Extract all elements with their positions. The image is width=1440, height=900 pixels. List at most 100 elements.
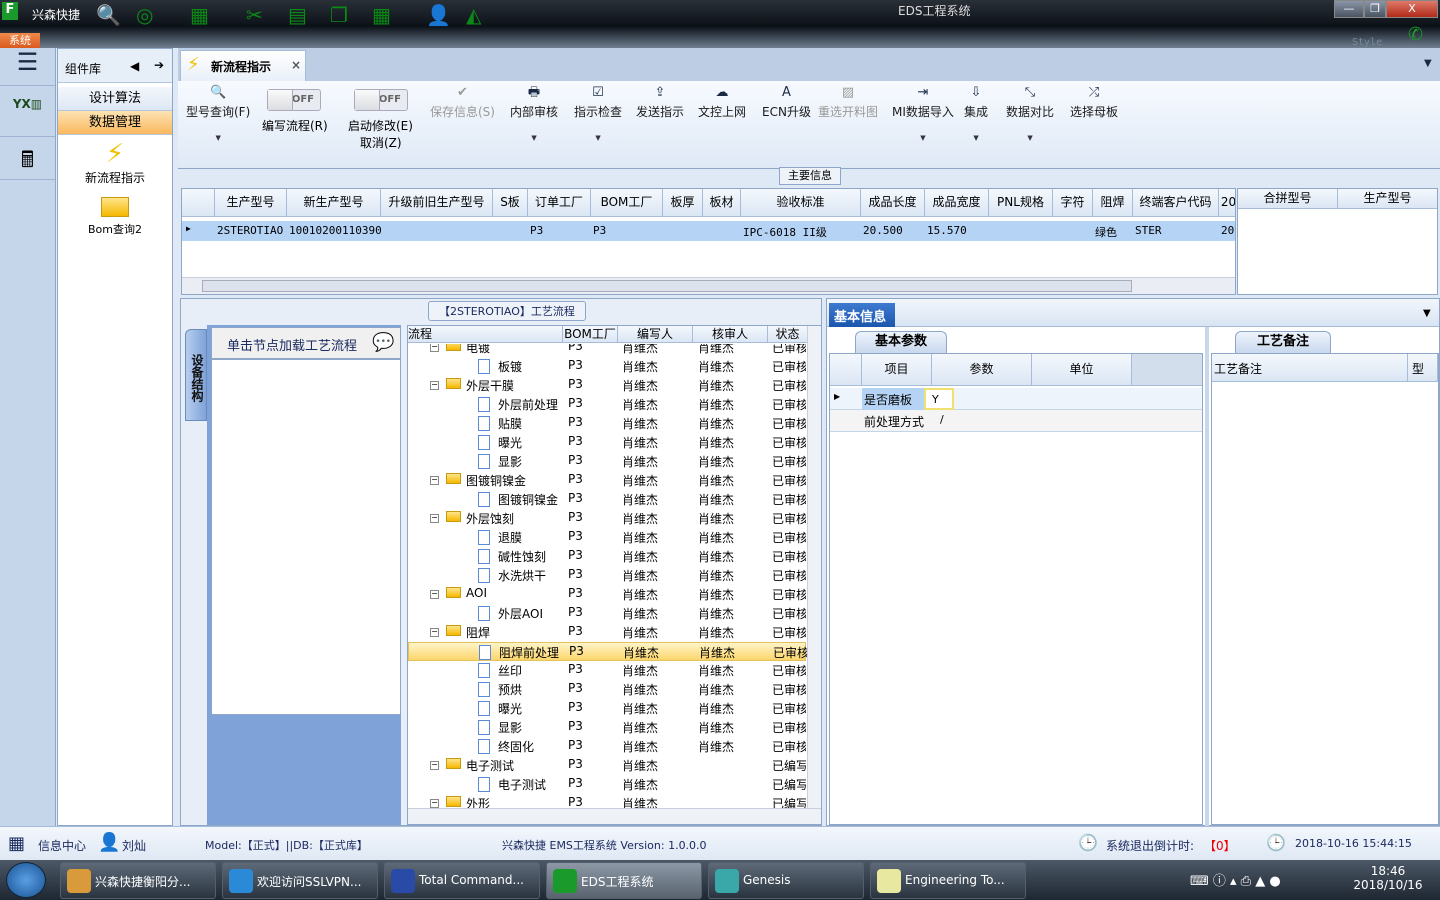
column-header[interactable]: 合拼型号 [1238,189,1338,209]
user-icon[interactable]: 👤 [426,3,451,27]
start-modify-toggle[interactable]: OFF [354,89,408,111]
vertical-scrollbar[interactable] [807,326,821,808]
pin-icon[interactable]: ➔ [154,58,164,72]
node-list[interactable] [211,359,401,715]
film-icon[interactable]: ▤ [288,3,307,27]
tree-row[interactable]: 水洗烘干 P3 肖维杰 肖维杰 已审核 [408,566,806,585]
dropdown-arrow-icon[interactable]: ▼ [964,134,988,142]
toolbar-button[interactable]: ⤡ 数据对比 ▼ [1006,83,1054,142]
column-header[interactable]: 新生产型号 [287,189,381,217]
tree-row[interactable]: 终固化 P3 肖维杰 肖维杰 已审核 [408,737,806,756]
toolbar-button[interactable]: ☑ 指示检查 ▼ [574,83,622,142]
dropdown-arrow-icon[interactable]: ▼ [186,134,250,142]
dropdown-arrow-icon[interactable]: ▼ [510,134,558,142]
tree-row[interactable]: − 电子测试 P3 肖维杰 已编写 [408,756,806,775]
tool-new-process-instruction[interactable]: ⚡ 新流程指示 [58,139,172,186]
chart-icon[interactable]: ◭ [466,3,481,27]
param-value-input[interactable]: / [934,410,1024,432]
taskbar-item[interactable]: 兴森快捷衡阳分... [60,862,216,899]
collapse-icon[interactable]: − [430,590,439,599]
column-header[interactable]: BOM工厂 [591,189,663,217]
grid-icon[interactable]: ▦ [372,3,391,27]
column-header[interactable]: 生产型号 [1338,189,1437,209]
lifebuoy-icon[interactable]: ◎ [136,3,153,27]
minimize-button[interactable]: — [1334,0,1364,18]
scroll-thumb[interactable] [202,280,1132,292]
table-icon[interactable]: ▦ [190,3,209,27]
collapse-icon[interactable]: − [430,628,439,637]
collapse-icon[interactable]: − [430,761,439,770]
tree-row[interactable]: 电子测试 P3 肖维杰 已编写 [408,775,806,794]
tab-process-remarks[interactable]: 工艺备注 [1235,331,1331,353]
toolbar-button[interactable]: ✔ 保存信息(S) [430,83,495,120]
menu-icon[interactable]: ☰ [0,48,55,86]
sidebar-item-data-management[interactable]: 数据管理 [58,111,172,135]
restore-button[interactable]: ❐ [1364,0,1386,18]
tree-row[interactable]: 板镀 P3 肖维杰 肖维杰 已审核 [408,357,806,376]
copy-icon[interactable]: ❐ [330,3,348,27]
system-menu-tab[interactable]: 系统 [0,33,40,49]
table-cell[interactable]: 绿色 [1093,224,1133,240]
table-cell[interactable]: 10010200110390 [287,224,381,237]
column-header[interactable]: 流程 [408,326,563,343]
splitter[interactable] [1205,327,1209,827]
column-header[interactable]: 订单工厂 [528,189,591,217]
column-header[interactable]: 升级前旧生产型号 [381,189,493,217]
start-button[interactable] [6,862,46,898]
table-cell[interactable]: 2STEROTIAO [215,224,287,237]
scissors-icon[interactable]: ✂ [246,3,263,27]
write-process-toggle[interactable]: OFF [267,89,321,111]
column-header[interactable]: 工艺备注 [1212,354,1408,382]
horizontal-scrollbar[interactable] [182,277,1235,294]
sidebar-item-design-algorithm[interactable]: 设计算法 [58,87,172,111]
toolbar-button[interactable]: ⇥ MI数据导入 ▼ [892,83,954,142]
chevron-down-icon[interactable]: ▼ [1423,308,1431,319]
tree-row[interactable]: 贴膜 P3 肖维杰 肖维杰 已审核 [408,414,806,433]
tray-icons[interactable]: ⌨ ⓘ ▴ ⎙ ▲ ● [1190,870,1281,889]
factory-icon[interactable]: YX▥ [0,87,55,137]
column-header[interactable]: 核审人 [693,326,768,343]
toolbar-button[interactable]: A ECN升级 [762,83,811,120]
collapse-icon[interactable]: − [430,514,439,523]
column-header[interactable]: 阻焊 [1093,189,1133,217]
grid-apps-icon[interactable]: ▦ [8,833,25,854]
calculator-icon[interactable]: 🖩 [0,137,55,180]
tree-row[interactable]: 碱性蚀刻 P3 肖维杰 肖维杰 已审核 [408,547,806,566]
column-header[interactable]: 参数 [932,354,1032,386]
column-header[interactable]: S板 [493,189,528,217]
table-cell[interactable]: 15.570 [925,224,989,237]
tree-row[interactable]: 显影 P3 肖维杰 肖维杰 已审核 [408,718,806,737]
column-header[interactable]: 终端客户代码 [1133,189,1219,217]
column-header[interactable]: PNL规格 [989,189,1053,217]
search-icon[interactable]: 🔍 [96,3,121,27]
table-cell[interactable]: 20.500 [861,224,925,237]
table-cell[interactable]: IPC-6018 II级 [741,224,861,240]
tab-basic-params[interactable]: 基本参数 [855,331,947,353]
column-header[interactable]: 单位 [1032,354,1132,386]
toolbar-button[interactable]: ☁ 文控上网 [698,83,746,120]
close-button[interactable]: X [1386,0,1438,18]
collapse-icon[interactable]: − [430,799,439,808]
column-header[interactable]: 字符 [1053,189,1093,217]
column-header[interactable]: BOM工厂 [563,326,618,343]
tree-row[interactable]: 退膜 P3 肖维杰 肖维杰 已审核 [408,528,806,547]
tool-bom-query[interactable]: Bom查询2 [58,197,172,237]
phone-icon[interactable]: ✆ [1408,24,1423,45]
tree-row[interactable]: 丝印 P3 肖维杰 肖维杰 已审核 [408,661,806,680]
column-header[interactable]: 验收标准 [741,189,861,217]
tree-row[interactable]: − 阻焊 P3 肖维杰 肖维杰 已审核 [408,623,806,642]
dropdown-arrow-icon[interactable]: ▼ [574,134,622,142]
toolbar-button[interactable]: ⇪ 发送指示 [636,83,684,120]
param-value-input[interactable]: Y [924,388,954,410]
style-dropdown[interactable]: Style [1352,37,1382,48]
column-header[interactable]: 20 [1219,189,1235,217]
tab-basic-info[interactable]: 基本信息 [829,303,895,327]
horizontal-scrollbar[interactable] [408,808,821,824]
toolbar-button[interactable]: 🔍 型号查询(F) ▼ [186,83,250,142]
tree-row[interactable]: 图镀铜镍金 P3 肖维杰 肖维杰 已审核 [408,490,806,509]
tree-row[interactable]: − AOI P3 肖维杰 肖维杰 已审核 [408,585,806,604]
toolbar-button[interactable]: ⤮ 选择母板 [1070,83,1118,120]
column-header[interactable]: 项目 [862,354,932,386]
dropdown-arrow-icon[interactable]: ▼ [1006,134,1054,142]
tab-new-process-instruction[interactable]: ⚡ 新流程指示 × [180,50,306,81]
